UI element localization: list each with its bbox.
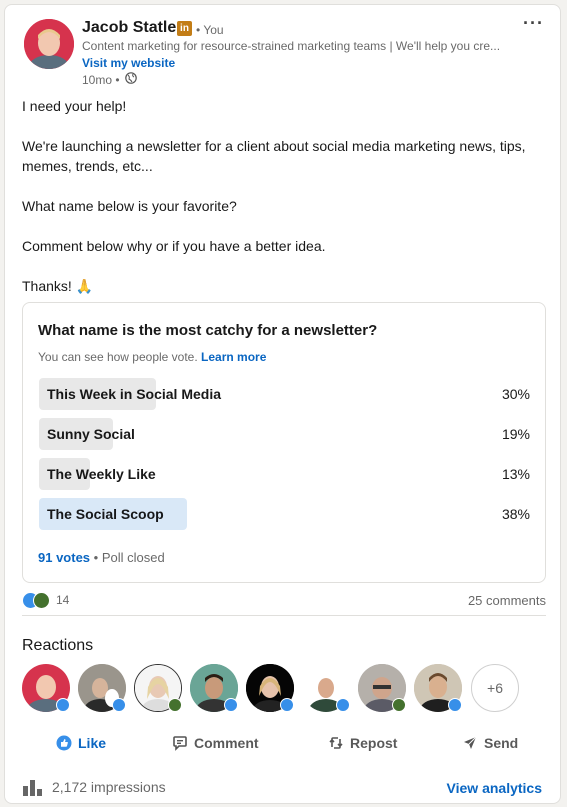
poll-option-percent: 19% [501,426,530,442]
impressions-count: 2,172 impressions [52,779,166,795]
author-headline: Content marketing for resource-strained … [82,39,501,53]
author-name[interactable]: Jacob Statler [82,19,182,37]
more-options-button[interactable]: ··· [523,13,544,34]
globe-icon [125,72,137,84]
comments-count[interactable]: 25 comments [468,593,546,608]
like-reaction-icon [112,698,126,712]
celebrate-reaction-icon [168,698,182,712]
send-label: Send [484,735,519,751]
post-text-line: Thanks! 🙏 [22,278,94,294]
comment-icon [173,736,187,751]
bar-chart-icon [23,780,42,796]
like-reaction-icon [280,698,294,712]
action-bar: Like Comment Repost Send [22,731,546,761]
author-avatar[interactable] [24,19,74,69]
poll-option-label: The Social Scoop [47,506,164,522]
impressions: 2,172 impressions [22,778,166,796]
send-button[interactable]: Send [462,735,518,751]
poll-visibility-note: You can see how people vote. [38,350,198,364]
repost-label: Repost [350,735,398,751]
like-label: Like [78,735,107,751]
poll: What name is the most catchy for a newsl… [22,302,546,583]
celebrate-reaction-icon [392,698,406,712]
linkedin-premium-icon: in [177,21,192,36]
poll-option: The Weekly Like 13% [39,458,530,490]
poll-subtext: You can see how people vote. Learn more [38,350,266,364]
poll-option-percent: 13% [501,466,530,482]
post-text-line: What name below is your favorite? [22,198,237,214]
poll-option: Sunny Social 19% [39,418,530,450]
poll-option-label: The Weekly Like [47,466,156,482]
more-reactors-button[interactable]: +6 [471,664,519,712]
poll-status: • Poll closed [93,550,165,565]
post-text-line: Comment below why or if you have a bette… [22,238,326,254]
poll-option-percent: 30% [501,386,530,402]
poll-option-label: This Week in Social Media [47,386,222,402]
poll-option-label: Sunny Social [47,426,135,442]
poll-option-percent: 38% [501,506,530,522]
reaction-count[interactable]: 14 [56,593,69,607]
post-text-line: I need your help! [22,98,127,114]
social-counts: 14 25 comments [22,591,546,611]
repost-icon [329,737,343,749]
poll-votes: 91 votes • Poll closed [38,550,165,565]
like-reaction-icon [448,698,462,712]
like-icon [56,735,72,751]
post-text-line: We're launching a newsletter for a clien… [22,138,526,174]
repost-button[interactable]: Repost [328,735,397,751]
divider [22,615,546,616]
poll-question: What name is the most catchy for a newsl… [38,322,378,339]
like-reaction-icon [224,698,238,712]
visit-website-link[interactable]: Visit my website [82,56,175,70]
like-button[interactable]: Like [56,735,106,751]
like-reaction-icon [56,698,70,712]
view-analytics-link[interactable]: View analytics [447,780,542,796]
learn-more-link[interactable]: Learn more [201,350,266,364]
poll-option: This Week in Social Media 30% [39,378,530,410]
post-time: 10mo • [82,73,120,87]
comment-button[interactable]: Comment [172,735,259,751]
comment-label: Comment [194,735,259,751]
post-card: Jacob Statler in • You Content marketing… [4,4,561,804]
reactions-heading: Reactions [22,637,94,654]
vote-count-link[interactable]: 91 votes [38,550,90,565]
like-reaction-icon [336,698,350,712]
connection-degree: • You [196,23,224,37]
send-icon [464,736,477,749]
celebrate-reaction-icon [33,592,50,609]
poll-option: The Social Scoop 38% [39,498,530,530]
